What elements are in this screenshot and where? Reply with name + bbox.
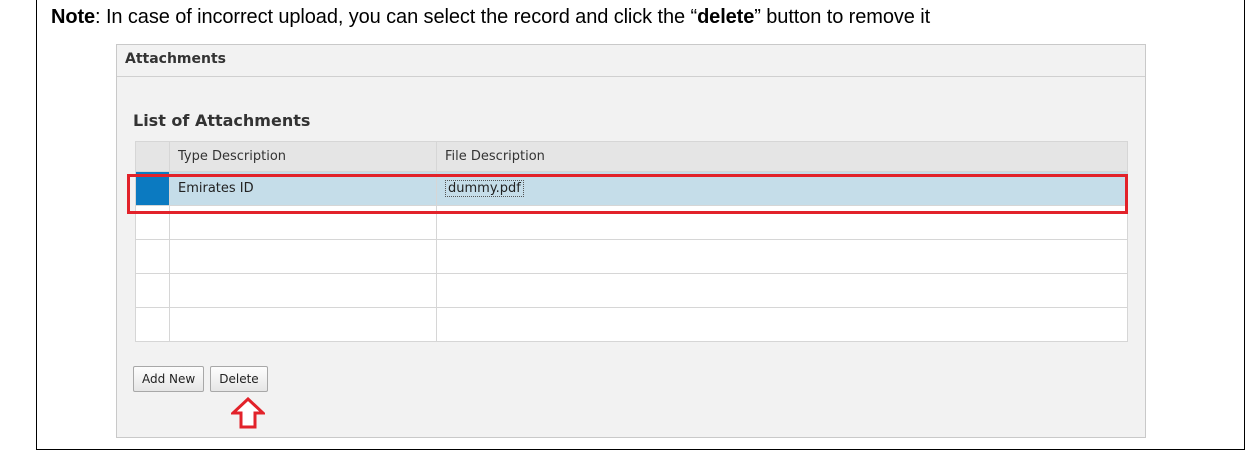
column-header-type[interactable]: Type Description	[169, 141, 437, 172]
table-header-row: Type Description File Description	[135, 141, 1128, 172]
type-cell	[169, 307, 437, 342]
table-row[interactable]	[135, 205, 1128, 240]
row-selector[interactable]	[135, 171, 170, 206]
file-link[interactable]: dummy.pdf	[445, 180, 524, 197]
note-text: Note: In case of incorrect upload, you c…	[51, 6, 930, 29]
file-cell: dummy.pdf	[436, 171, 1128, 206]
note-keyword: delete	[697, 6, 755, 28]
list-title: List of Attachments	[133, 111, 311, 130]
type-cell: Emirates ID	[169, 171, 437, 206]
table-row[interactable]	[135, 307, 1128, 342]
type-cell	[169, 239, 437, 274]
row-selector[interactable]	[135, 307, 170, 342]
attachments-table: Type Description File Description Emirat…	[135, 141, 1128, 342]
file-cell	[436, 273, 1128, 308]
type-cell	[169, 273, 437, 308]
note-label: Note	[51, 6, 96, 28]
panel-header: Attachments	[117, 45, 1145, 77]
row-selector[interactable]	[135, 273, 170, 308]
table-row[interactable]	[135, 273, 1128, 308]
table-row[interactable]	[135, 239, 1128, 274]
note-text-before: : In case of incorrect upload, you can s…	[95, 6, 698, 28]
attachments-panel: Attachments List of Attachments Type Des…	[116, 44, 1146, 438]
type-cell	[169, 205, 437, 240]
file-cell	[436, 239, 1128, 274]
table-row[interactable]: Emirates ID dummy.pdf	[135, 171, 1128, 206]
column-header-file[interactable]: File Description	[436, 141, 1128, 172]
note-text-after: ” button to remove it	[754, 6, 931, 28]
delete-button[interactable]: Delete	[210, 366, 268, 392]
row-selector[interactable]	[135, 205, 170, 240]
file-cell	[436, 307, 1128, 342]
add-new-button[interactable]: Add New	[133, 366, 205, 392]
file-cell	[436, 205, 1128, 240]
up-arrow-icon	[231, 397, 265, 429]
row-selector[interactable]	[135, 239, 170, 274]
select-all-cell[interactable]	[135, 141, 170, 172]
button-bar: Add New Delete	[133, 366, 268, 392]
